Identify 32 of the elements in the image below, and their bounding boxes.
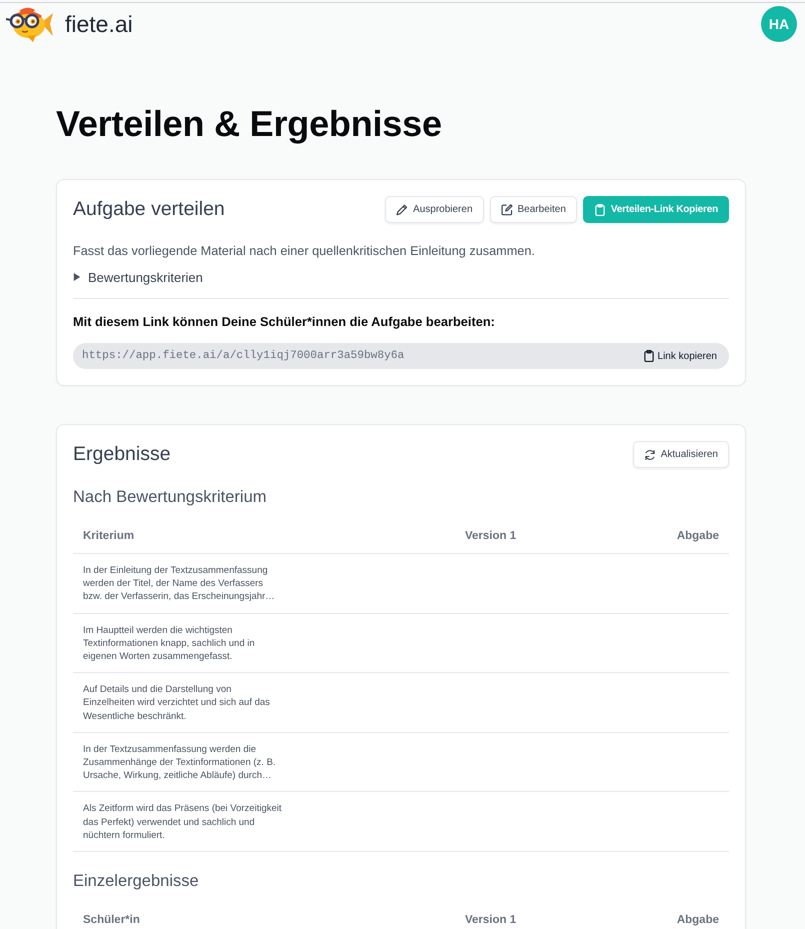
criterion-text: In der Einleitung der Textzusammenfassung werden der Titel, der Name des Verfassers bzw. der Verfasserin, das Erscheinungsjahr… [82,564,276,604]
column-header: Abgabe [676,530,720,542]
fish-logo-icon [5,5,55,43]
criteria-toggle[interactable]: Bewertungskriterien [73,267,203,287]
task-description: Fasst das vorliegende Material nach einer quellenkritischen Einleitung zusammen. [73,243,536,260]
link-instruction: Mit diesem Link können Deine Schüler*innen die Aufgabe bearbeiten: [73,313,496,331]
column-header: Version 1 [464,914,518,926]
column-header: Abgabe [676,914,720,926]
card-title: Aufgabe verteilen [73,198,225,221]
criterion-text: Auf Details und die Darstellung von Einzelheiten wird verzichtet und sich auf das Wesentliche beschränkt. [82,683,271,724]
column-header: Kriterium [82,530,136,542]
column-header: Schüler*in [82,914,141,926]
pencil-icon [396,204,408,216]
link-url[interactable]: https://app.fiete.ai/a/clly1iqj7000arr3a59bw8y6a [82,350,404,362]
criterion-text: Im Hauptteil werden die wichtigsten Textinformationen knapp, sachlich und in eigenen Worten zusammengefasst. [82,624,256,664]
edit-button[interactable]: Bearbeiten [490,196,577,223]
column-header: Version 1 [464,530,518,542]
copy-link-button[interactable]: Link kopieren [642,350,717,362]
section-title: Einzelergebnisse [73,871,200,892]
refresh-button[interactable]: Aktualisieren [632,441,729,468]
try-button[interactable]: Ausprobieren [385,196,484,223]
brand-name: fiete.ai [65,10,133,38]
card-title: Ergebnisse [73,443,171,466]
clipboard-icon [642,350,655,362]
page-title: Verteilen & Ergebnisse [56,102,443,146]
criterion-text: Als Zeitform wird das Präsens (bei Vorzeitigkeit das Perfekt) verwendet und sachlich und nüchtern formuliert. [82,802,283,843]
pencil-square-icon [500,204,513,216]
clipboard-icon [594,204,606,216]
criterion-text: In der Textzusammenfassung werden die Zusammenhänge der Textinformationen (z. B. Ursache, Wirkung, zeitliche Abläufe) durch… [82,742,277,784]
caret-icon [73,273,81,281]
section-title: Nach Bewertungskriterium [73,487,268,508]
refresh-icon [644,448,656,460]
